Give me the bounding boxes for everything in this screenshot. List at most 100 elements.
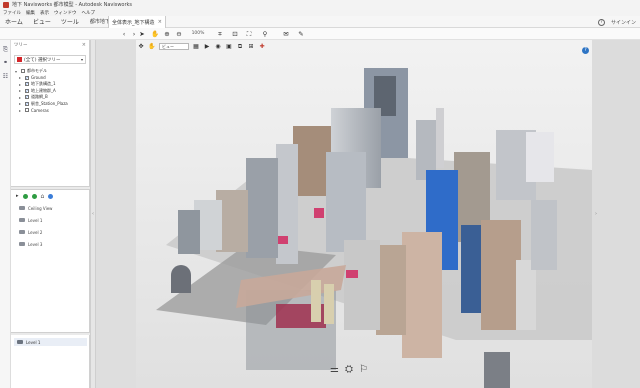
section-icon[interactable]: ⧉	[236, 43, 244, 51]
walk-tool-icon[interactable]: ⚌	[330, 364, 339, 375]
tree-row[interactable]: ▸ Cameras	[15, 107, 89, 114]
panel-divider[interactable]	[11, 186, 90, 190]
list-item[interactable]: Level 3	[11, 238, 90, 250]
tree-row-label: 駅舎_Station_Plaza	[31, 100, 68, 106]
camera-view-icon	[19, 206, 25, 210]
chevron-right-icon[interactable]: ▸	[16, 193, 19, 199]
tree-row-label: Cameras	[31, 107, 49, 113]
visibility-checkbox[interactable]	[25, 108, 29, 113]
signin-link[interactable]: サインイン	[611, 19, 636, 26]
grid-icon[interactable]: ▦	[192, 43, 200, 51]
document-tab[interactable]: 全体表示_地下構造 ×	[108, 16, 166, 28]
zoom-in-icon[interactable]: ⊕	[163, 30, 171, 38]
menu-bar: ファイル 編集 表示 ウィンドウ ヘルプ	[0, 9, 640, 16]
view-label: Ceiling View	[28, 205, 53, 211]
markup-pen-icon[interactable]: ✎	[297, 30, 305, 38]
panel-header: ツリー ×	[11, 40, 89, 50]
close-icon[interactable]: ×	[158, 19, 162, 25]
look-tool-icon[interactable]: ⛭	[345, 364, 353, 375]
tab-tools[interactable]: ツール	[61, 17, 79, 26]
visibility-checkbox[interactable]	[25, 94, 29, 100]
home-icon[interactable]: ⌂	[41, 193, 45, 200]
pan-hand-icon[interactable]: ✋	[151, 30, 159, 38]
menu-edit[interactable]: 編集	[26, 10, 35, 16]
visibility-checkbox[interactable]	[25, 75, 29, 80]
close-icon[interactable]: ×	[82, 42, 86, 48]
selection-tree-panel: ツリー × (全て) 選択ツリー ▾ ▾ 都市モデル ▸ Ground ▸ 地下…	[11, 40, 90, 388]
back-icon[interactable]: ‹	[120, 30, 128, 38]
ribbon-tab-bar: ホーム ビュー ツール 都市地下モデル.nwd 全体表示_地下構造 × ? サイ…	[0, 16, 640, 28]
play-icon[interactable]: ▶	[203, 43, 211, 51]
3d-viewport[interactable]	[136, 40, 592, 388]
panel-divider[interactable]	[11, 332, 90, 335]
ribbon-right: ? サインイン	[597, 16, 636, 28]
visibility-checkbox[interactable]	[25, 81, 29, 87]
document-tab-label: 全体表示_地下構造	[112, 19, 155, 26]
forward-icon[interactable]: ›	[130, 30, 138, 38]
camera-view-icon	[19, 242, 25, 246]
box-icon[interactable]: ▣	[225, 43, 233, 51]
fly-tool-icon[interactable]: ⚐	[359, 364, 368, 375]
properties-icon[interactable]: ☷	[2, 73, 9, 81]
visibility-checkbox[interactable]	[25, 101, 29, 106]
walk-icon[interactable]: ⚲	[261, 30, 269, 38]
viewpoint-tools: ▸ ⌂	[11, 191, 90, 201]
select-cursor-icon[interactable]: ➤	[138, 30, 146, 38]
list-item[interactable]: Ceiling View	[11, 202, 90, 214]
menu-view[interactable]: 表示	[40, 10, 49, 16]
filter-color-icon	[17, 57, 22, 62]
expand-icon[interactable]: ▸	[19, 82, 23, 87]
toolbar: ‹ › ➤ ✋ ⊕ ⊖ 100% ⌗ ⊡ ⛶ ⚲ ✉ ✎	[0, 28, 640, 40]
tab-home[interactable]: ホーム	[5, 17, 23, 26]
hand-icon[interactable]: ✋	[148, 43, 156, 51]
view-label: Level 1	[28, 217, 43, 223]
fullscreen-icon[interactable]: ⛶	[245, 30, 253, 38]
tree-row-label: 道路網_B	[31, 94, 48, 100]
comment-icon[interactable]: ✉	[282, 30, 290, 38]
camera-icon[interactable]	[48, 193, 54, 199]
add-folder-icon[interactable]	[31, 193, 37, 199]
link-icon[interactable]: ⚭	[2, 59, 9, 67]
tree-filter-value: (全て) 選択ツリー	[24, 57, 61, 63]
zoom-level[interactable]: 100%	[188, 30, 208, 38]
expand-icon[interactable]: ▸	[19, 108, 23, 113]
layer-label: Level 1	[26, 339, 41, 345]
frame-icon[interactable]: ⊡	[231, 30, 239, 38]
collapse-icon[interactable]: ▾	[15, 69, 19, 74]
expand-icon[interactable]: ▸	[19, 75, 23, 80]
fit-icon[interactable]: ⌗	[216, 30, 224, 38]
menu-window[interactable]: ウィンドウ	[54, 10, 77, 16]
panel-title: ツリー	[14, 43, 28, 48]
add-view-icon[interactable]	[22, 193, 28, 199]
layer-row[interactable]: Level 1	[14, 338, 87, 346]
visibility-checkbox[interactable]	[25, 88, 29, 93]
menu-help[interactable]: ヘルプ	[82, 10, 96, 16]
saved-views-list: Ceiling View Level 1 Level 2 Level 3	[11, 202, 90, 250]
sphere-icon[interactable]: ◉	[214, 43, 222, 51]
expand-icon[interactable]: ▸	[19, 101, 23, 106]
list-item[interactable]: Level 2	[11, 226, 90, 238]
zoom-out-icon[interactable]: ⊖	[175, 30, 183, 38]
measure-icon[interactable]: ⊞	[247, 43, 255, 51]
visibility-checkbox[interactable]	[21, 69, 25, 74]
tree-panel-icon[interactable]: ⎘	[2, 46, 9, 54]
layer-icon	[17, 340, 23, 344]
title-bar: 地下 Navisworks 都市模型 - Autodesk Navisworks	[0, 0, 640, 9]
list-item[interactable]: Level 1	[11, 214, 90, 226]
expand-icon[interactable]: ▸	[19, 88, 23, 93]
app-icon	[3, 1, 9, 8]
help-icon[interactable]: ?	[597, 18, 605, 26]
tree: ▾ 都市モデル ▸ Ground ▸ 地下鉄構造_1 ▸ 地上建物群_A ▸ 道…	[11, 68, 89, 114]
expand-icon[interactable]: ▸	[19, 95, 23, 100]
menu-file[interactable]: ファイル	[3, 10, 21, 16]
collapse-left-icon[interactable]: ‹	[91, 210, 95, 218]
tab-view[interactable]: ビュー	[33, 17, 51, 26]
viewport-help-icon[interactable]: ?	[582, 47, 589, 54]
chevron-down-icon: ▾	[80, 57, 83, 62]
orbit-icon[interactable]: ✥	[137, 43, 145, 51]
red-tool-icon[interactable]: ✚	[258, 43, 266, 51]
collapse-right-icon[interactable]: ›	[594, 210, 598, 218]
tree-filter-select[interactable]: (全て) 選択ツリー ▾	[14, 55, 86, 64]
view-select[interactable]: ビュー	[159, 43, 189, 50]
camera-view-icon	[19, 218, 25, 222]
